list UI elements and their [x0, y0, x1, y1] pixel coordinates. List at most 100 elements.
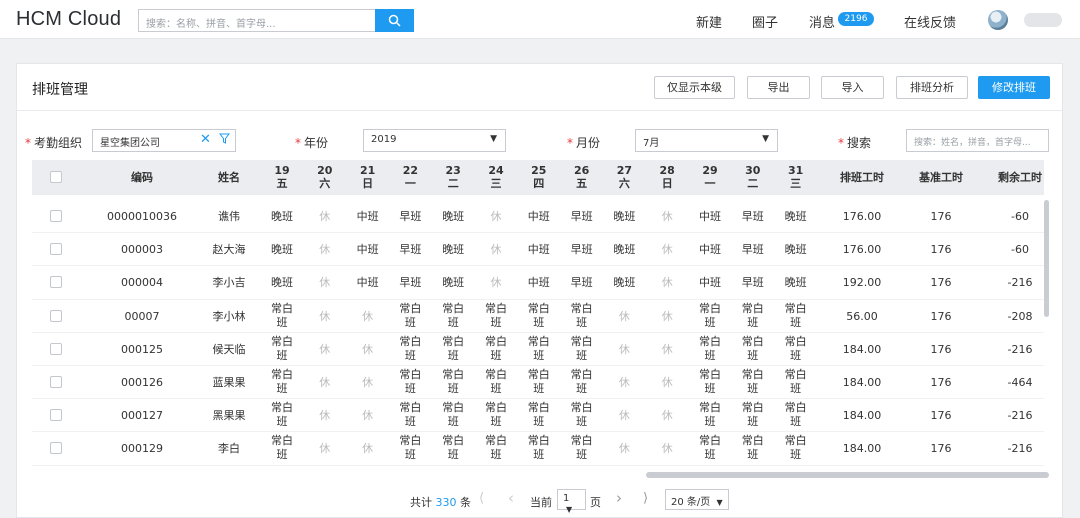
org-field[interactable]: 星空集团公司 ✕ [92, 129, 236, 152]
shift-cell[interactable]: 常白班 [781, 368, 811, 396]
shift-cell[interactable]: 中班 [350, 210, 386, 224]
shift-cell[interactable]: 晚班 [606, 276, 642, 290]
shift-cell[interactable]: 休 [307, 442, 343, 456]
shift-cell[interactable]: 中班 [692, 243, 728, 257]
shift-cell[interactable]: 休 [350, 310, 386, 324]
shift-cell[interactable]: 晚班 [264, 243, 300, 257]
shift-cell[interactable]: 常白班 [738, 335, 768, 363]
shift-cell[interactable]: 休 [307, 310, 343, 324]
shift-cell[interactable]: 休 [307, 276, 343, 290]
shift-cell[interactable]: 早班 [392, 210, 428, 224]
row-checkbox[interactable] [50, 243, 62, 256]
app-logo[interactable]: HCM Cloud [16, 8, 121, 31]
shift-cell[interactable]: 常白班 [695, 368, 725, 396]
shift-cell[interactable]: 常白班 [481, 434, 511, 462]
shift-cell[interactable]: 休 [649, 343, 685, 357]
shift-cell[interactable]: 常白班 [567, 335, 597, 363]
schedule-analysis-button[interactable]: 排班分析 [896, 76, 968, 99]
last-page-button[interactable]: ⟩ [643, 491, 648, 506]
shift-cell[interactable]: 常白班 [524, 302, 554, 330]
shift-cell[interactable]: 晚班 [778, 210, 814, 224]
shift-cell[interactable]: 休 [649, 442, 685, 456]
shift-cell[interactable]: 常白班 [267, 302, 297, 330]
only-this-level-button[interactable]: 仅显示本级 [654, 76, 735, 99]
shift-cell[interactable]: 常白班 [524, 335, 554, 363]
shift-cell[interactable]: 晚班 [435, 276, 471, 290]
nav-feedback[interactable]: 在线反馈 [904, 12, 956, 31]
shift-cell[interactable]: 中班 [521, 210, 557, 224]
row-checkbox[interactable] [50, 442, 62, 455]
shift-cell[interactable]: 休 [307, 376, 343, 390]
shift-cell[interactable]: 常白班 [524, 368, 554, 396]
shift-cell[interactable]: 休 [478, 210, 514, 224]
shift-cell[interactable]: 休 [307, 343, 343, 357]
shift-cell[interactable]: 常白班 [567, 302, 597, 330]
shift-cell[interactable]: 常白班 [481, 335, 511, 363]
shift-cell[interactable]: 常白班 [695, 335, 725, 363]
row-checkbox[interactable] [50, 276, 62, 289]
row-checkbox[interactable] [50, 409, 62, 422]
nav-new[interactable]: 新建 [696, 12, 722, 31]
shift-cell[interactable]: 常白班 [524, 401, 554, 429]
first-page-button[interactable]: ⟨ [479, 491, 484, 506]
shift-cell[interactable]: 休 [606, 310, 642, 324]
shift-cell[interactable]: 中班 [521, 276, 557, 290]
shift-cell[interactable]: 常白班 [481, 401, 511, 429]
shift-cell[interactable]: 晚班 [435, 243, 471, 257]
shift-cell[interactable]: 早班 [392, 276, 428, 290]
shift-cell[interactable]: 常白班 [267, 335, 297, 363]
shift-cell[interactable]: 中班 [350, 276, 386, 290]
shift-cell[interactable]: 常白班 [695, 434, 725, 462]
search-button[interactable] [375, 9, 414, 32]
import-button[interactable]: 导入 [821, 76, 884, 99]
shift-cell[interactable]: 常白班 [267, 434, 297, 462]
shift-cell[interactable]: 晚班 [606, 243, 642, 257]
shift-cell[interactable]: 休 [649, 276, 685, 290]
page-size-select[interactable]: 20 条/页 ▼ [665, 489, 729, 510]
shift-cell[interactable]: 晚班 [264, 276, 300, 290]
shift-cell[interactable]: 中班 [350, 243, 386, 257]
modify-schedule-button[interactable]: 修改排班 [978, 76, 1050, 99]
shift-cell[interactable]: 常白班 [481, 302, 511, 330]
shift-cell[interactable]: 晚班 [264, 210, 300, 224]
year-select[interactable]: 2019 ▼ [363, 129, 506, 152]
shift-cell[interactable]: 常白班 [395, 368, 425, 396]
shift-cell[interactable]: 晚班 [778, 276, 814, 290]
shift-cell[interactable]: 休 [350, 376, 386, 390]
shift-cell[interactable]: 早班 [735, 210, 771, 224]
shift-cell[interactable]: 常白班 [567, 401, 597, 429]
shift-cell[interactable]: 休 [649, 243, 685, 257]
shift-cell[interactable]: 常白班 [481, 368, 511, 396]
close-icon[interactable]: ✕ [200, 132, 211, 147]
shift-cell[interactable]: 晚班 [778, 243, 814, 257]
shift-cell[interactable]: 休 [307, 243, 343, 257]
row-checkbox[interactable] [50, 376, 62, 388]
shift-cell[interactable]: 常白班 [267, 401, 297, 429]
shift-cell[interactable]: 休 [649, 409, 685, 423]
shift-cell[interactable]: 早班 [564, 210, 600, 224]
shift-cell[interactable]: 常白班 [395, 401, 425, 429]
shift-cell[interactable]: 常白班 [695, 401, 725, 429]
shift-cell[interactable]: 常白班 [438, 434, 468, 462]
row-checkbox[interactable] [50, 342, 62, 355]
nav-circle[interactable]: 圈子 [752, 12, 778, 31]
shift-cell[interactable]: 休 [350, 343, 386, 357]
shift-cell[interactable]: 休 [606, 442, 642, 456]
shift-cell[interactable]: 中班 [521, 243, 557, 257]
shift-cell[interactable]: 常白班 [695, 302, 725, 330]
export-button[interactable]: 导出 [747, 76, 810, 99]
shift-cell[interactable]: 休 [350, 409, 386, 423]
filter-icon[interactable] [218, 133, 231, 147]
shift-cell[interactable]: 中班 [692, 276, 728, 290]
shift-cell[interactable]: 中班 [692, 210, 728, 224]
shift-cell[interactable]: 常白班 [781, 302, 811, 330]
user-name-blurred[interactable] [1024, 13, 1062, 27]
shift-cell[interactable]: 晚班 [435, 210, 471, 224]
shift-cell[interactable]: 休 [350, 442, 386, 456]
shift-cell[interactable]: 晚班 [606, 210, 642, 224]
shift-cell[interactable]: 休 [478, 276, 514, 290]
nav-messages[interactable]: 消息 [809, 12, 835, 31]
shift-cell[interactable]: 常白班 [738, 401, 768, 429]
shift-cell[interactable]: 常白班 [267, 368, 297, 396]
shift-cell[interactable]: 常白班 [395, 335, 425, 363]
